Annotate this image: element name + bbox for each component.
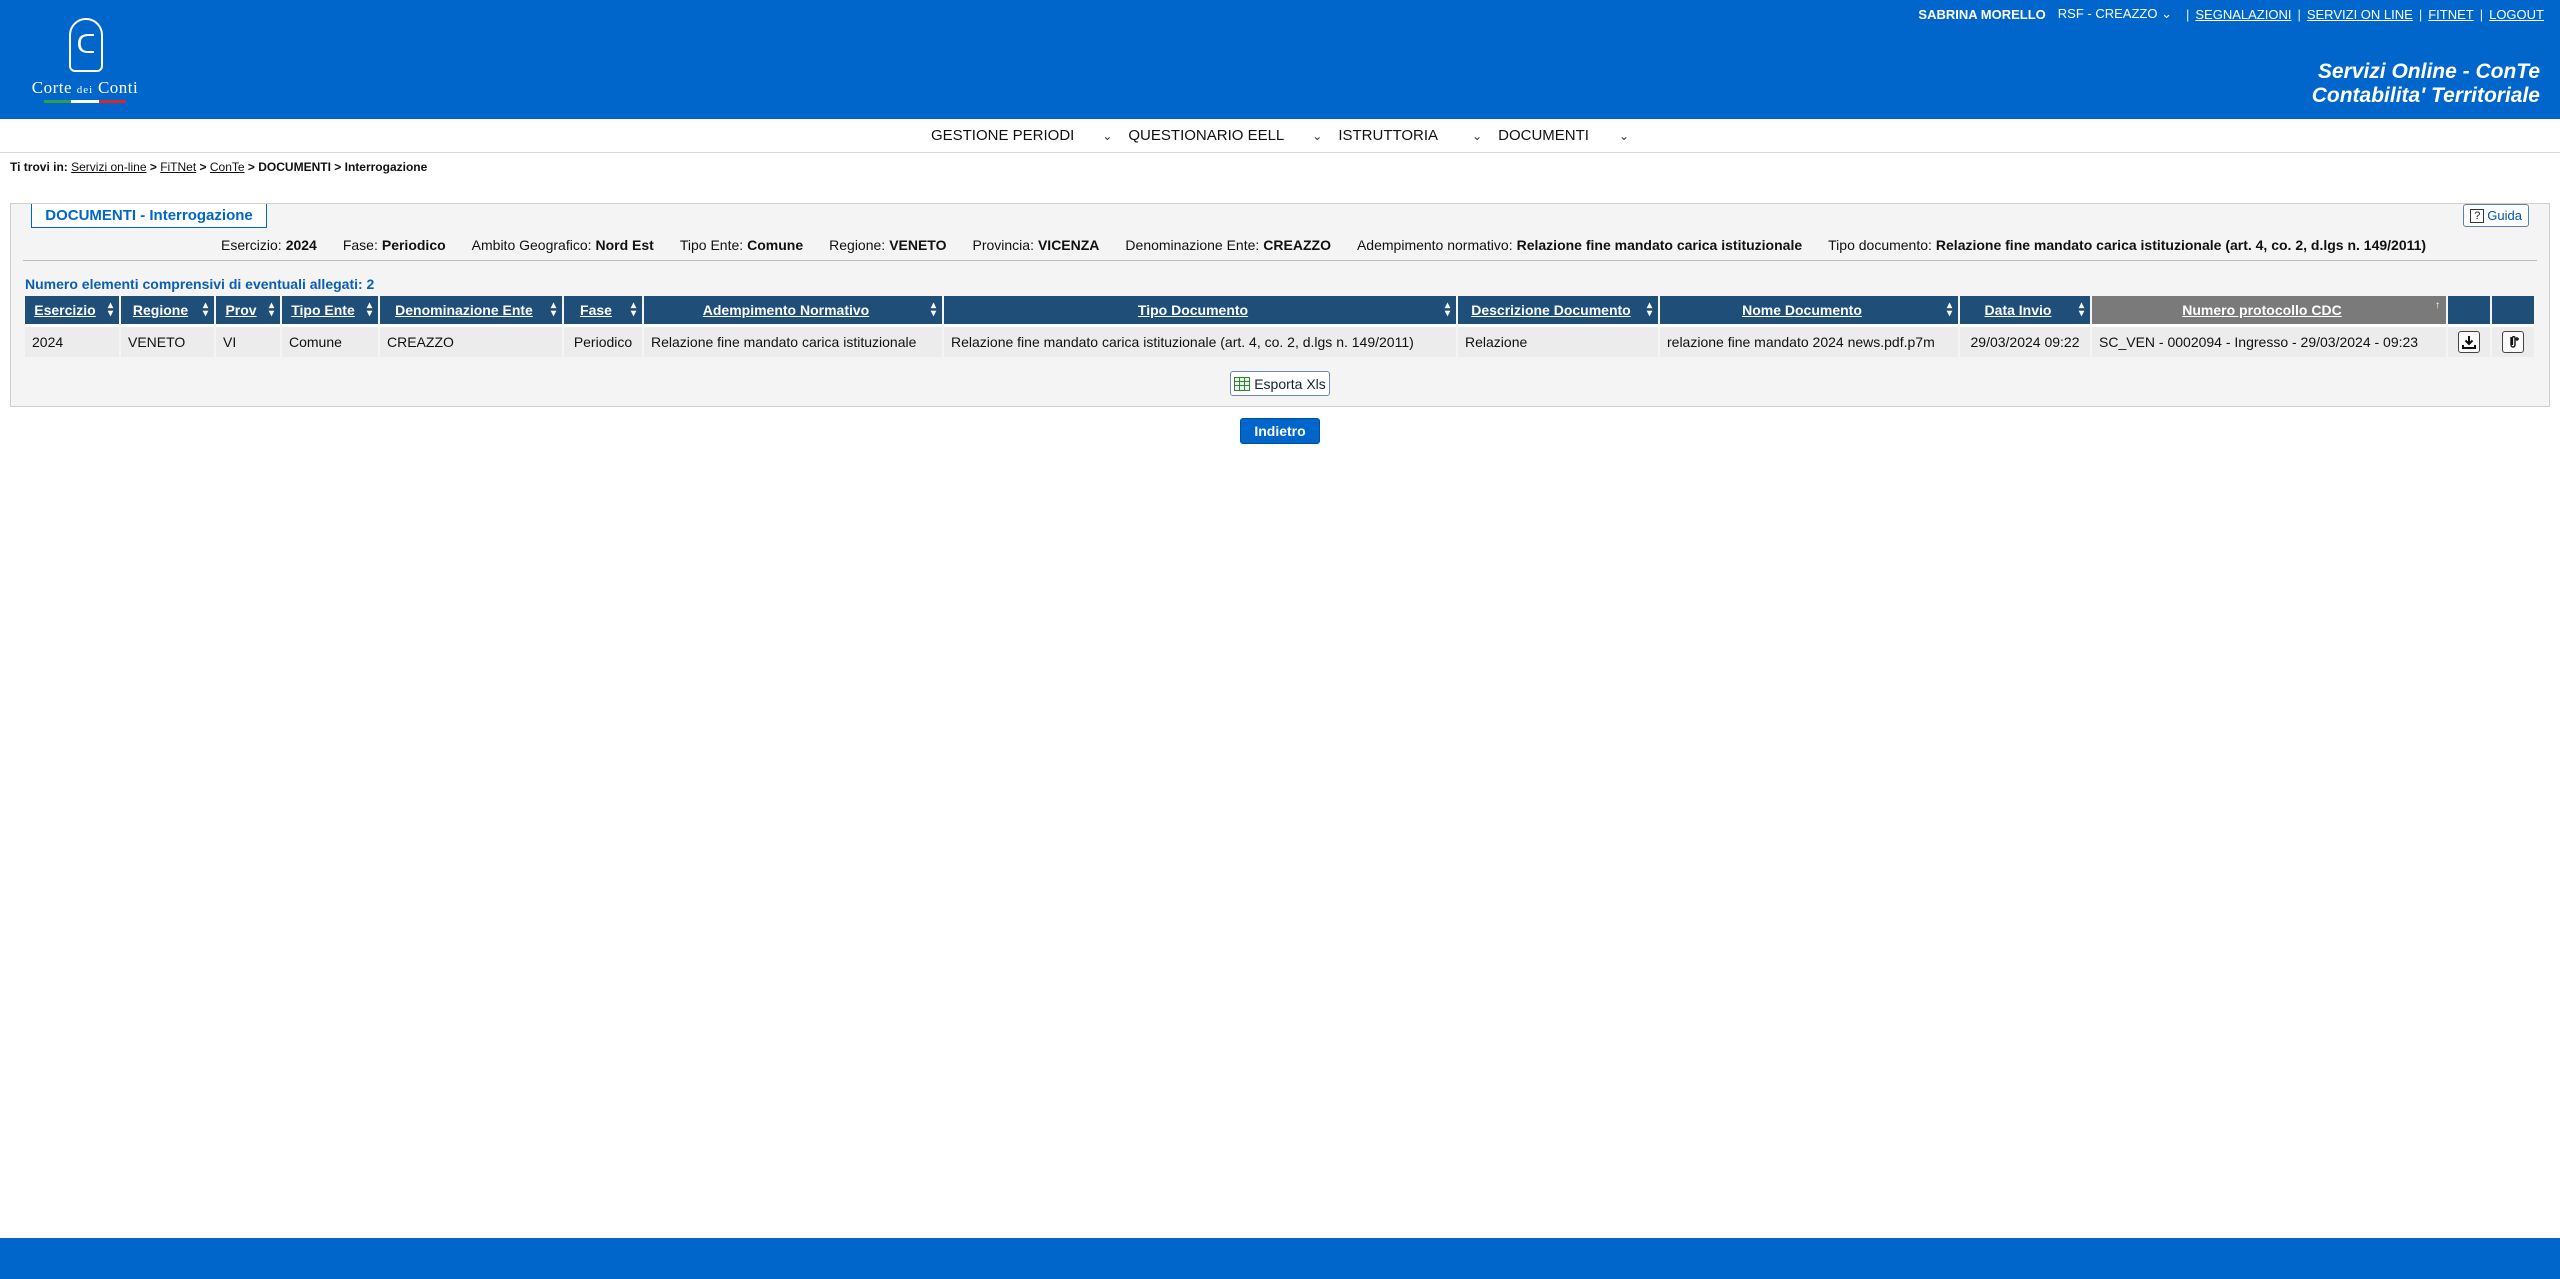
- cell-nome-documento: relazione fine mandato 2024 news.pdf.p7m: [1660, 324, 1958, 357]
- sort-icon: ▴ ▾: [2078, 300, 2084, 319]
- filter-tipo-ente: Tipo Ente: Comune: [679, 237, 804, 253]
- breadcrumb-fitnet[interactable]: FiTNet: [160, 160, 196, 174]
- sort-ascending-icon: ↑: [2435, 300, 2440, 311]
- excel-icon: [1234, 376, 1251, 391]
- sort-icon: ▴ ▾: [930, 300, 936, 319]
- italian-flag-stripe: [44, 100, 126, 103]
- cell-denominazione-ente: CREAZZO: [380, 324, 562, 357]
- breadcrumb: Ti trovi in: Servizi on-line > FiTNet > …: [10, 160, 428, 174]
- chevron-down-icon: ⌄: [1472, 128, 1483, 143]
- help-icon: ?: [2470, 208, 2485, 223]
- sort-icon: ▴ ▾: [1646, 300, 1652, 319]
- breadcrumb-conte[interactable]: ConTe: [210, 160, 245, 174]
- col-denominazione-ente[interactable]: Denominazione Ente ▴ ▾: [380, 296, 562, 324]
- col-adempimento-normativo[interactable]: Adempimento Normativo ▴ ▾: [644, 296, 942, 324]
- cell-descrizione: Relazione: [1458, 324, 1658, 357]
- cell-prov: VI: [216, 324, 280, 357]
- col-tipo-documento[interactable]: Tipo Documento ▴ ▾: [944, 296, 1456, 324]
- col-fase[interactable]: Fase ▴ ▾: [564, 296, 642, 324]
- col-prov[interactable]: Prov ▴ ▾: [216, 296, 280, 324]
- emblem-icon: ᑕ: [69, 18, 103, 72]
- export-xls-button[interactable]: Esporta Xls: [1230, 371, 1330, 396]
- col-data-invio[interactable]: Data Invio ▴ ▾: [1960, 296, 2090, 324]
- corte-dei-conti-logo[interactable]: ᑕ Corte dei Conti: [20, 18, 150, 106]
- sort-icon: ▴ ▾: [202, 300, 208, 319]
- sort-icon: ▴ ▾: [268, 300, 274, 319]
- chevron-down-icon: ⌄: [1102, 128, 1113, 143]
- cell-tipo-documento: Relazione fine mandato carica istituzion…: [944, 324, 1456, 357]
- col-esercizio[interactable]: Esercizio ▴ ▾: [25, 296, 119, 324]
- filter-tipo-documento: Tipo documento: Relazione fine mandato ca…: [1828, 237, 2427, 253]
- documents-table: Esercizio ▴ ▾ Regione ▴ ▾ Prov ▴ ▾ Tipo Ente ▴ ▾…: [23, 296, 2536, 357]
- cell-esercizio: 2024: [25, 324, 119, 357]
- sort-icon: ▴ ▾: [1946, 300, 1952, 319]
- cell-adempimento: Relazione fine mandato carica istituzion…: [644, 324, 942, 357]
- col-numero-protocollo[interactable]: Numero protocollo CDC ↑: [2092, 296, 2446, 324]
- filter-regione: Regione: VENETO: [829, 237, 947, 253]
- link-fitnet[interactable]: FITNET: [2428, 7, 2474, 22]
- sort-icon: ▴ ▾: [630, 300, 636, 319]
- col-tipo-ente[interactable]: Tipo Ente ▴ ▾: [282, 296, 378, 324]
- col-descrizione-documento[interactable]: Descrizione Documento ▴ ▾: [1458, 296, 1658, 324]
- attachments-button[interactable]: [2502, 331, 2524, 353]
- panel-title: DOCUMENTI - Interrogazione: [31, 204, 267, 228]
- cell-fase: Periodico: [564, 324, 642, 357]
- guide-button[interactable]: ? Guida: [2463, 204, 2529, 227]
- menu-istruttoria[interactable]: ISTRUTTORIA ⌄: [1330, 127, 1490, 144]
- cell-regione: VENETO: [121, 324, 214, 357]
- col-nome-documento[interactable]: Nome Documento ▴ ▾: [1660, 296, 1958, 324]
- footer: [0, 1238, 2560, 1279]
- cell-tipo-ente: Comune: [282, 324, 378, 357]
- col-action-download: [2448, 296, 2490, 324]
- sort-icon: ▴ ▾: [107, 300, 113, 319]
- top-links: SABRINA MORELLO RSF - CREAZZO ⌄ | SEGNAL…: [1918, 6, 2544, 22]
- sort-icon: ▴ ▾: [550, 300, 556, 319]
- filter-fase: Fase: Periodico: [342, 237, 446, 253]
- cell-download: [2448, 324, 2490, 357]
- menu-gestione-periodi[interactable]: GESTIONE PERIODI ⌄: [923, 127, 1120, 144]
- ente-selector[interactable]: RSF - CREAZZO ⌄: [2058, 6, 2172, 22]
- user-name: SABRINA MORELLO: [1918, 6, 2046, 22]
- menu-documenti[interactable]: DOCUMENTI ⌄: [1490, 127, 1637, 144]
- cell-data-invio: 29/03/2024 09:22: [1960, 324, 2090, 357]
- col-action-attachments: [2492, 296, 2534, 324]
- breadcrumb-servizi-on-line[interactable]: Servizi on-line: [71, 160, 146, 174]
- menu-questionario-eell[interactable]: QUESTIONARIO EELL ⌄: [1120, 127, 1330, 144]
- filter-adempimento: Adempimento normativo: Relazione fine man…: [1356, 237, 1803, 253]
- filter-provincia: Provincia: VICENZA: [972, 237, 1100, 253]
- chevron-down-icon: ⌄: [1618, 128, 1630, 143]
- result-count: Numero elementi comprensivi di eventuali…: [25, 276, 375, 292]
- col-regione[interactable]: Regione ▴ ▾: [121, 296, 214, 324]
- back-button[interactable]: Indietro: [1240, 418, 1320, 444]
- link-segnalazioni[interactable]: SEGNALAZIONI: [2195, 7, 2291, 22]
- cell-protocollo: SC_VEN - 0002094 - Ingresso - 29/03/2024…: [2092, 324, 2446, 357]
- app-header: ᑕ Corte dei Conti SABRINA MORELLO RSF - …: [0, 0, 2560, 119]
- link-logout[interactable]: LOGOUT: [2489, 7, 2544, 22]
- attachment-icon: [2510, 336, 2519, 348]
- logo-text: Corte dei Conti: [31, 78, 139, 97]
- download-button[interactable]: [2458, 331, 2480, 353]
- sort-icon: ▴ ▾: [366, 300, 372, 319]
- chevron-down-icon: ⌄: [1312, 128, 1323, 143]
- cell-attachments: [2492, 324, 2534, 357]
- chevron-down-icon: ⌄: [2161, 6, 2172, 21]
- main-menu: GESTIONE PERIODI ⌄ QUESTIONARIO EELL ⌄ IST…: [0, 119, 2560, 153]
- divider: [23, 260, 2537, 261]
- filter-summary: Esercizio: 2024 Fase: Periodico Ambito Geo…: [221, 237, 2452, 253]
- filter-denominazione: Denominazione Ente: CREAZZO: [1125, 237, 1331, 253]
- service-title: Servizi Online - ConTe Contabilita' Terr…: [2311, 60, 2540, 107]
- filter-esercizio: Esercizio: 2024: [221, 237, 317, 253]
- table-row: 2024 VENETO VI Comune CREAZZO Periodico …: [25, 324, 2534, 357]
- download-icon: [2462, 336, 2476, 349]
- documents-panel: DOCUMENTI - Interrogazione ? Guida Eserc…: [10, 203, 2550, 407]
- sort-icon: ▴ ▾: [1444, 300, 1450, 319]
- filter-ambito: Ambito Geografico: Nord Est: [471, 237, 654, 253]
- link-servizi-on-line[interactable]: SERVIZI ON LINE: [2307, 7, 2413, 22]
